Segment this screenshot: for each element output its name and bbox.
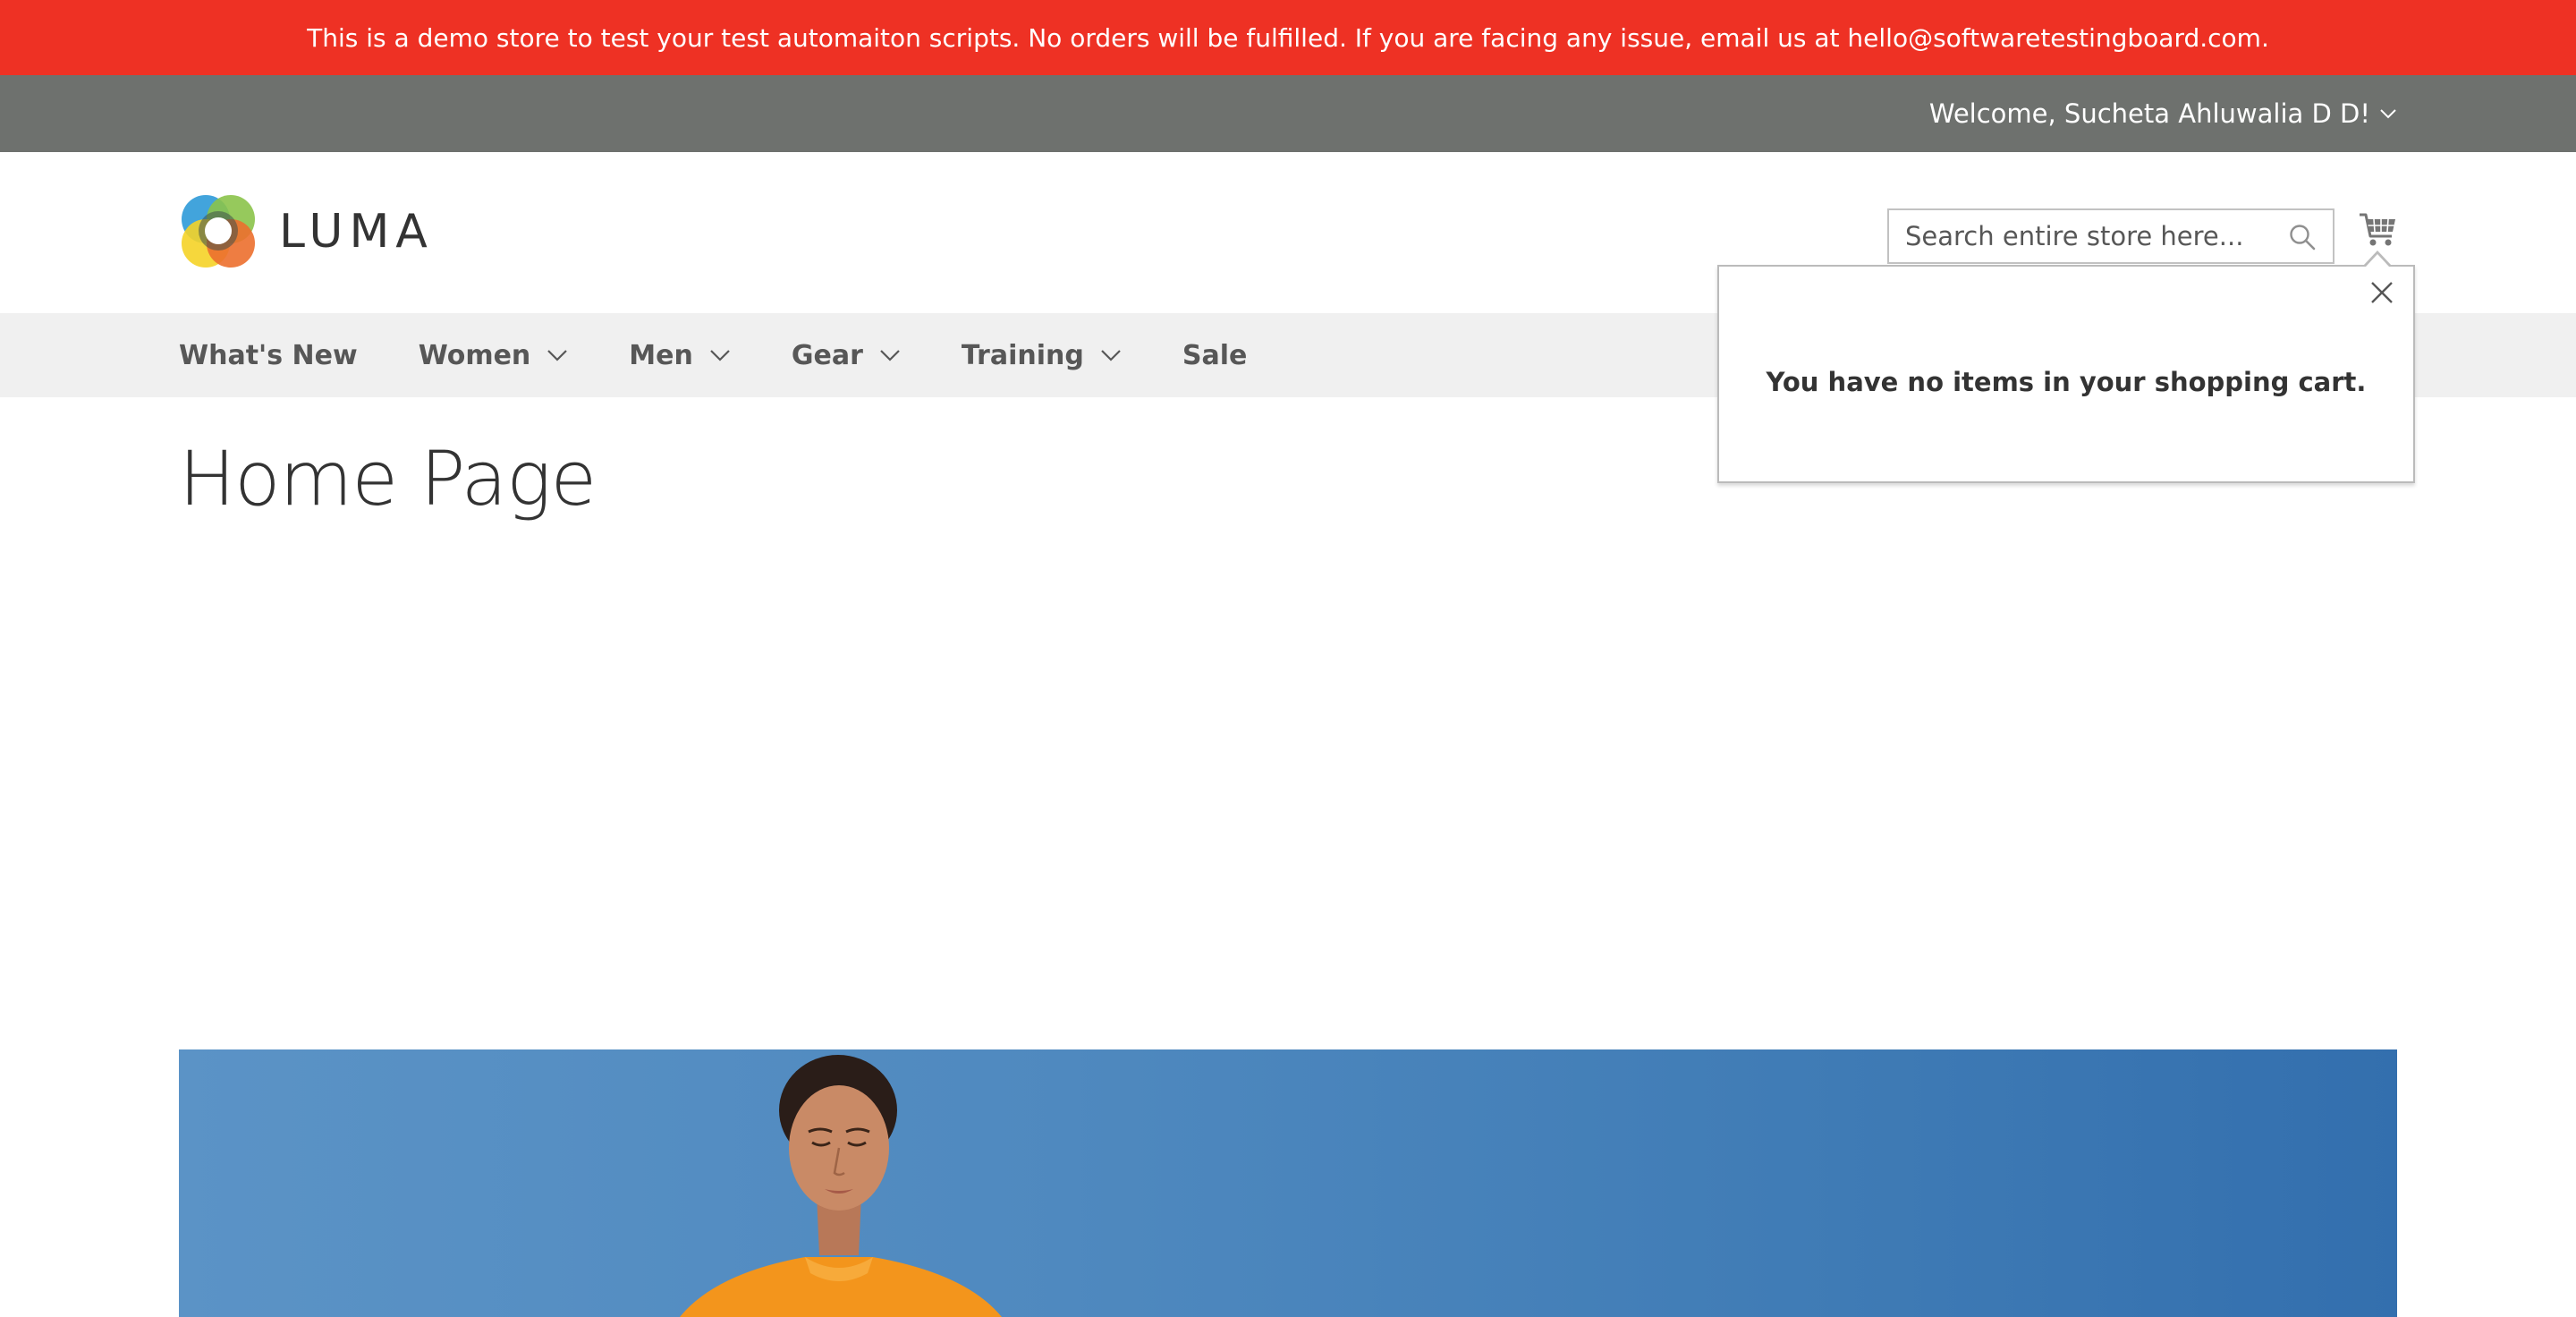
chevron-down-icon <box>710 350 730 361</box>
nav-item-label: Men <box>629 339 693 371</box>
hero-woman-yoga-image <box>680 1055 1002 1317</box>
panel-header: Welcome, Sucheta Ahluwalia D D! <box>0 75 2576 152</box>
page-title: Home Page <box>179 435 597 523</box>
close-icon[interactable] <box>2367 277 2397 308</box>
chevron-down-icon <box>1101 350 1121 361</box>
nav-item-whats-new[interactable]: What's New <box>179 340 358 371</box>
search-box <box>1887 208 2334 264</box>
chevron-down-icon <box>2380 109 2396 119</box>
hero-banner-image[interactable] <box>179 1049 2397 1317</box>
logo-link[interactable]: LUMA <box>179 191 434 272</box>
nav-item-label: Sale <box>1182 339 1248 371</box>
nav-item-women[interactable]: Women <box>419 340 569 371</box>
chevron-down-icon <box>880 350 900 361</box>
chevron-down-icon <box>547 350 568 361</box>
nav-item-label: Gear <box>791 339 863 371</box>
demo-notice-banner: This is a demo store to test your test a… <box>0 0 2576 75</box>
nav-item-label: Women <box>418 339 531 371</box>
search-icon[interactable] <box>2288 223 2317 251</box>
demo-notice-text: This is a demo store to test your test a… <box>307 22 2269 53</box>
cart-icon[interactable] <box>2358 209 2399 251</box>
search-input[interactable] <box>1889 221 2265 251</box>
customer-welcome-menu[interactable]: Welcome, Sucheta Ahluwalia D D! <box>1929 75 2397 152</box>
logo-text: LUMA <box>279 205 434 259</box>
nav-item-men[interactable]: Men <box>629 340 731 371</box>
nav-item-sale[interactable]: Sale <box>1182 340 1247 371</box>
nav-item-training[interactable]: Training <box>962 340 1122 371</box>
minicart-pointer-inner <box>2366 254 2389 267</box>
luma-logo-icon <box>182 195 255 268</box>
nav-item-gear[interactable]: Gear <box>792 340 901 371</box>
minicart-dropdown: You have no items in your shopping cart. <box>1717 265 2415 483</box>
welcome-text: Welcome, Sucheta Ahluwalia D D! <box>1928 98 2370 129</box>
minicart-empty-message: You have no items in your shopping cart. <box>1766 367 2367 397</box>
nav-item-label: What's New <box>179 339 358 371</box>
nav-item-label: Training <box>961 339 1084 371</box>
